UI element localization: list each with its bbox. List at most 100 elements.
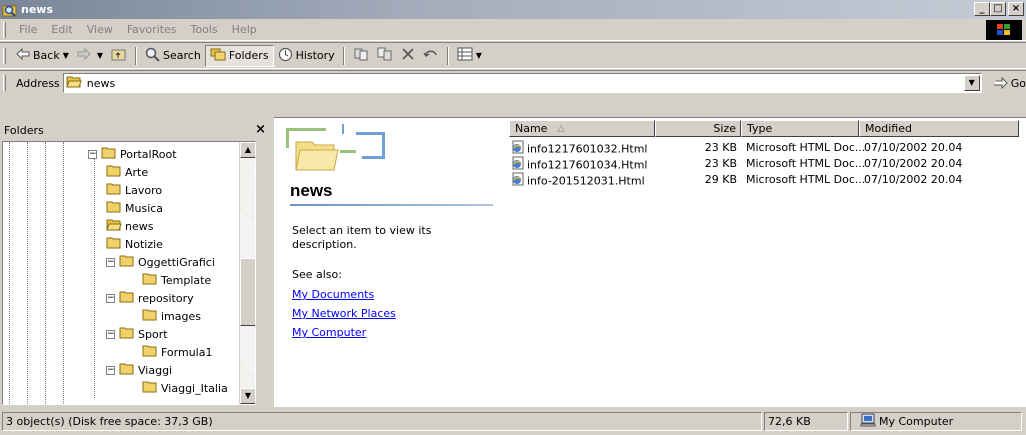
back-button[interactable]: Back ▼ [12,45,73,67]
back-dropdown-icon[interactable]: ▼ [63,51,69,60]
column-modified-label: Modified [865,122,912,135]
undo-icon [423,47,439,64]
tree-guide [94,154,95,398]
views-button[interactable]: ▼ [453,45,486,67]
folders-label: Folders [228,49,269,62]
open-folder-icon [66,75,82,91]
column-header-name[interactable]: Name △ [509,120,655,137]
menu-grip[interactable] [3,21,6,38]
column-header-type[interactable]: Type [741,120,859,137]
go-arrow-icon [992,75,1008,92]
tree-item-viaggi-italia[interactable]: Viaggi_Italia [142,379,228,397]
tree-item-images[interactable]: images [142,307,201,325]
folder-icon [119,326,135,342]
tree-item-musica[interactable]: Musica [106,199,163,217]
tree-item-arte[interactable]: Arte [106,163,148,181]
column-size-label: Size [713,122,736,135]
menu-view[interactable]: View [80,23,120,36]
file-name: info1217601032.Html [527,142,648,156]
toolbar-grip[interactable] [3,47,6,64]
search-button[interactable]: Search [141,45,205,67]
open-folder-icon [106,218,122,234]
file-name-cell[interactable]: info1217601034.Html [511,156,647,172]
collapse-icon[interactable]: − [106,365,115,375]
history-button[interactable]: History [274,45,339,67]
tree-item-label: repository [138,291,194,305]
history-clock-icon [278,47,293,65]
copy-to-button[interactable] [373,45,397,67]
file-row[interactable]: info1217601034.Html 23 KB Microsoft HTML… [509,156,1024,172]
undo-button[interactable] [419,45,443,67]
tree-item-news[interactable]: news [106,217,153,235]
tree-item-formula1[interactable]: Formula1 [142,343,212,361]
tree-item-oggettigrafici[interactable]: − OggettiGrafici [106,253,215,271]
tree-item-sport[interactable]: − Sport [106,325,168,343]
address-grip[interactable] [3,75,6,91]
address-dropdown-button[interactable]: ▼ [963,75,980,91]
tree-item-portalroot[interactable]: − PortalRoot [88,145,177,163]
folders-pane: Folders × − PortalRoot Arte Lavoro Music… [0,117,272,407]
scroll-thumb[interactable] [240,258,255,326]
tree-item-lavoro[interactable]: Lavoro [106,181,162,199]
tree-item-label: Notizie [125,237,163,251]
collapse-icon[interactable]: − [106,293,115,303]
column-header-modified[interactable]: Modified [859,120,1019,137]
collapse-icon[interactable]: − [106,329,115,339]
menu-help[interactable]: Help [225,23,264,36]
folder-name-heading: news [290,181,333,200]
link-my-computer[interactable]: My Computer [292,326,366,339]
maximize-button[interactable]: □ [990,2,1006,16]
close-button[interactable]: × [1008,2,1024,16]
copy-to-icon [377,47,393,64]
menu-file[interactable]: File [12,23,44,36]
up-folder-button[interactable] [107,45,131,67]
tree-item-viaggi[interactable]: − Viaggi [106,361,172,379]
tree-scrollbar[interactable]: ▲ ▼ [239,142,255,404]
tree-item-notizie[interactable]: Notizie [106,235,163,253]
tree-guide [9,142,10,404]
folder-icon [106,164,122,180]
column-header-size[interactable]: Size [655,120,741,137]
folders-pane-close-button[interactable]: × [255,122,266,137]
menu-tools[interactable]: Tools [184,23,225,36]
history-label: History [295,49,335,62]
tree-item-label: Lavoro [125,183,163,197]
minimize-button[interactable]: _ [974,2,990,16]
tree-item-template[interactable]: Template [142,271,211,289]
address-input[interactable]: news ▼ [62,73,982,93]
status-objects-text: 3 object(s) (Disk free space: 37,3 GB) [6,415,213,428]
file-list[interactable]: Name △ Size Type Modified info1217601032… [509,118,1024,408]
sort-ascending-icon: △ [557,123,565,134]
move-to-button[interactable] [349,45,373,67]
back-label: Back [33,49,60,62]
folders-button[interactable]: Folders [204,44,274,67]
link-my-documents[interactable]: My Documents [292,288,374,301]
file-name-cell[interactable]: info-201512031.Html [511,172,645,188]
views-dropdown-icon[interactable]: ▼ [476,51,482,60]
file-size: 23 KB [704,141,737,154]
collapse-icon[interactable]: − [106,257,115,267]
collapse-icon[interactable]: − [88,149,97,159]
menu-edit[interactable]: Edit [44,23,79,36]
link-my-network-places[interactable]: My Network Places [292,307,396,320]
tree-item-label: Formula1 [161,345,213,359]
menu-favorites[interactable]: Favorites [120,23,184,36]
scroll-up-button[interactable]: ▲ [240,142,255,158]
folder-tree[interactable]: − PortalRoot Arte Lavoro Musica news Not… [2,141,256,405]
file-row[interactable]: info-201512031.Html 29 KB Microsoft HTML… [509,172,1024,188]
file-row[interactable]: info1217601032.Html 23 KB Microsoft HTML… [509,140,1024,156]
toolbar-separator [135,46,138,65]
forward-button[interactable]: ▼ [73,45,107,67]
file-size: 23 KB [704,157,737,170]
window-title: news [21,3,54,16]
tree-item-repository[interactable]: − repository [106,289,194,307]
delete-button[interactable] [397,45,419,67]
forward-dropdown-icon[interactable]: ▼ [97,51,103,60]
file-type: Microsoft HTML Doc... [746,157,866,170]
go-button[interactable]: Go [992,75,1026,92]
tree-item-label: news [125,219,154,233]
scroll-down-button[interactable]: ▼ [240,388,255,404]
title-bar[interactable]: news _ □ × [0,0,1026,19]
tree-guide [45,142,46,404]
file-name-cell[interactable]: info1217601032.Html [511,140,647,156]
